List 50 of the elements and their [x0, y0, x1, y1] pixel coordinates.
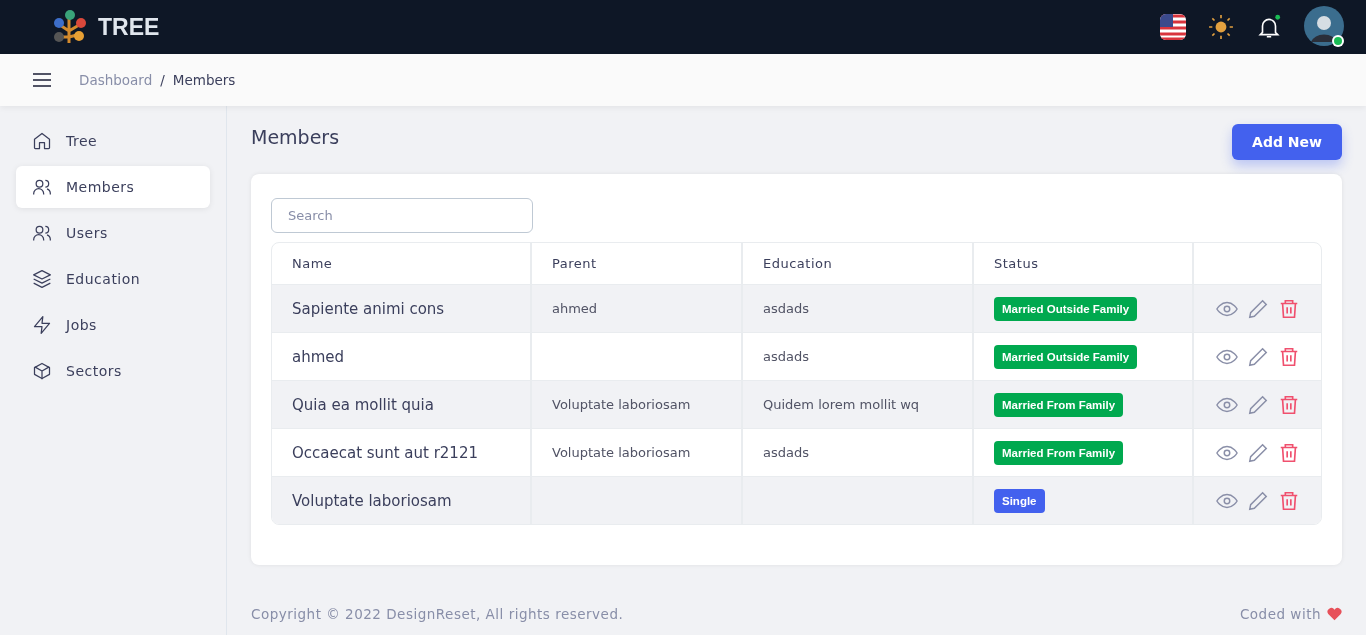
flag-icon[interactable]: [1160, 14, 1186, 40]
status-badge: Married Outside Family: [994, 296, 1138, 321]
edit-icon[interactable]: [1246, 345, 1269, 368]
avatar[interactable]: [1304, 6, 1346, 48]
table-cell: Occaecat sunt aut r2121: [292, 443, 478, 462]
edit-icon[interactable]: [1246, 441, 1269, 464]
brand-title: TREE: [98, 13, 160, 41]
table-cell: asdads: [763, 349, 809, 364]
table-cell: Voluptate laboriosam: [292, 491, 452, 510]
column-header: Name: [291, 255, 334, 273]
sidebar-item[interactable]: Education: [16, 258, 210, 300]
status-badge: Married Outside Family: [994, 344, 1138, 369]
menu-icon[interactable]: [32, 72, 52, 88]
sun-icon[interactable]: [1208, 14, 1234, 40]
copyright-text: Copyright © 2022 DesignReset, All rights reserved.: [251, 606, 624, 622]
status-badge: Married From Family: [994, 440, 1124, 465]
bolt-icon: [32, 315, 52, 335]
edit-icon[interactable]: [1246, 393, 1269, 416]
status-badge: Married From Family: [994, 392, 1124, 417]
users-icon: [32, 177, 52, 197]
status-badge: Single: [994, 488, 1045, 513]
table-cell: ahmed: [292, 347, 345, 366]
bell-icon[interactable]: [1256, 14, 1282, 40]
heart-icon: [1327, 607, 1342, 621]
layers-icon: [32, 269, 52, 289]
home-icon: [32, 131, 52, 151]
table-cell: Voluptate laboriosam: [552, 445, 691, 460]
sidebar-item[interactable]: Users: [16, 212, 210, 254]
users-icon: [32, 223, 52, 243]
table-cell: Voluptate laboriosam: [552, 397, 691, 412]
table-cell: Quidem lorem mollit wq: [763, 397, 920, 412]
box-icon: [32, 361, 52, 381]
edit-icon[interactable]: [1246, 297, 1269, 320]
sidebar-item[interactable]: Jobs: [16, 304, 210, 346]
sidebar-item[interactable]: Tree: [16, 120, 210, 162]
add-new-button[interactable]: Add New: [1232, 124, 1342, 160]
table-cell: ahmed: [552, 301, 598, 316]
sidebar-item[interactable]: Sectors: [16, 350, 210, 392]
search-field[interactable]: Search: [271, 198, 533, 233]
table-cell: Quia ea mollit quia: [292, 395, 434, 414]
table-cell: Sapiente animi cons: [292, 299, 445, 318]
page-title: Members: [251, 126, 340, 148]
table-cell: asdads: [763, 445, 809, 460]
breadcrumb-separator: /: [160, 72, 165, 88]
breadcrumb-item: Members: [172, 72, 236, 88]
sidebar-item[interactable]: Members: [16, 166, 210, 208]
edit-icon[interactable]: [1246, 489, 1269, 512]
tree-logo-icon: [52, 9, 88, 45]
coded-with-text: Coded with: [1239, 606, 1321, 622]
table-cell: asdads: [763, 301, 809, 316]
